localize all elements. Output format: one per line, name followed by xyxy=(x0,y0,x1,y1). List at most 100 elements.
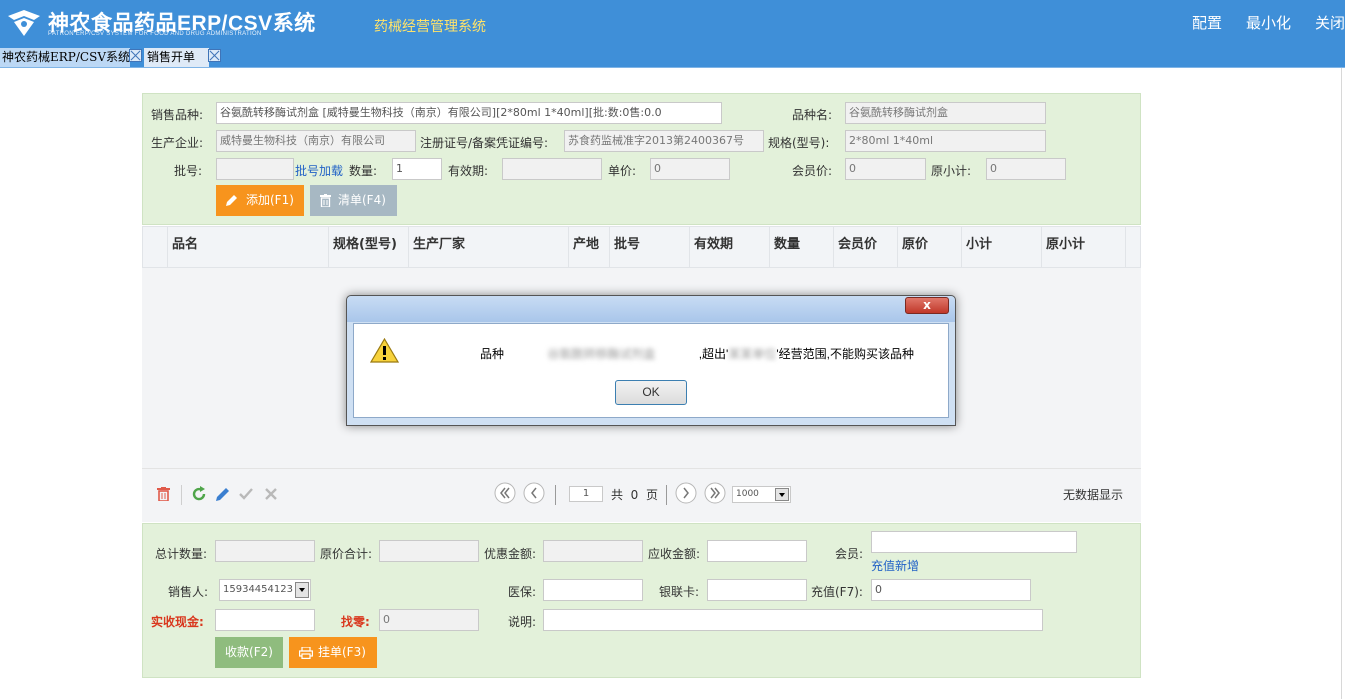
clear-button-label: 清单(F4) xyxy=(338,193,386,207)
cash-label: 实收现金: xyxy=(151,615,204,629)
no-data-text: 无数据显示 xyxy=(1063,488,1124,502)
unionpay-label: 银联卡: xyxy=(659,585,700,599)
grid-header-price[interactable]: 原价 xyxy=(898,227,962,267)
grid-header-expiry[interactable]: 有效期 xyxy=(690,227,770,267)
grid-header-qty[interactable]: 数量 xyxy=(770,227,834,267)
seller-select[interactable]: 15934454123 xyxy=(219,579,311,601)
dialog-titlebar: x xyxy=(347,296,955,322)
receivable-label: 应收金额: xyxy=(648,547,701,561)
recharge-link[interactable]: 充值新增 xyxy=(871,557,919,574)
grid-header-subtotal[interactable]: 小计 xyxy=(962,227,1042,267)
pager-bar: 1 共 0 页 1000 无数据显示 xyxy=(142,468,1141,522)
pager-divider xyxy=(666,485,667,505)
check-icon[interactable] xyxy=(239,488,253,500)
insurance-input[interactable] xyxy=(543,579,643,601)
grid-header-batch[interactable]: 批号 xyxy=(610,227,690,267)
hold-button[interactable]: 挂单(F3) xyxy=(289,637,377,668)
dialog-close-button[interactable]: x xyxy=(905,297,949,314)
chevron-down-icon[interactable] xyxy=(295,582,309,598)
grid-header-name[interactable]: 品名 xyxy=(168,227,329,267)
sale-variety-label: 销售品种: xyxy=(151,108,204,122)
collect-button[interactable]: 收款(F2) xyxy=(215,637,283,668)
tab-strip: 神农药械ERP/CSV系统 销售开单 xyxy=(0,46,1345,68)
discount-label: 优惠金额: xyxy=(484,547,537,561)
reg-no-field: 苏食药监械准字2013第2400367号 xyxy=(564,130,764,152)
hold-button-label: 挂单(F3) xyxy=(318,645,366,659)
scrollbar-edge xyxy=(1341,68,1342,699)
tab-close-icon[interactable] xyxy=(129,49,142,62)
grid-header-rownum xyxy=(143,227,168,267)
dialog-message: 品种 谷氨酰转移酶试剂盒 ,超出'某某单位'经营范围,不能购买该品种 xyxy=(480,345,914,362)
member-price-field: 0 xyxy=(845,158,926,180)
change-field: 0 xyxy=(379,609,479,631)
add-button-label: 添加(F1) xyxy=(246,193,294,207)
expiry-field xyxy=(502,158,602,180)
next-page-icon[interactable] xyxy=(675,482,697,504)
batch-field[interactable] xyxy=(216,158,294,180)
batch-load-link[interactable]: 批号加载 xyxy=(295,162,343,179)
minimize-button[interactable]: 最小化 xyxy=(1246,12,1291,33)
config-button[interactable]: 配置 xyxy=(1192,12,1222,33)
close-button[interactable]: 关闭 xyxy=(1315,12,1345,33)
note-label: 说明: xyxy=(508,615,537,629)
logo-subtitle: PATRON ERP/CSV SYSTEM FOR FOOD AND DRUG … xyxy=(48,31,262,37)
qty-input[interactable]: 1 xyxy=(392,158,442,180)
page-size-select[interactable]: 1000 xyxy=(732,486,791,503)
edit-icon[interactable] xyxy=(215,486,231,502)
ok-button[interactable]: OK xyxy=(615,380,687,405)
delete-icon[interactable] xyxy=(157,487,170,501)
grid-header-member-price[interactable]: 会员价 xyxy=(834,227,898,267)
receivable-input[interactable] xyxy=(707,540,807,562)
total-qty-field xyxy=(215,540,315,562)
clear-button[interactable]: 清单(F4) xyxy=(310,185,397,216)
window-actions: 配置 最小化 关闭 xyxy=(1168,12,1345,33)
total-prefix: 共 xyxy=(611,488,624,502)
top-header: 神农食品药品ERP/CSV系统 PATRON ERP/CSV SYSTEM FO… xyxy=(0,0,1345,46)
grid-header-spec[interactable]: 规格(型号) xyxy=(329,227,409,267)
grid-header-origin[interactable]: 产地 xyxy=(569,227,610,267)
printer-icon xyxy=(299,647,313,659)
seller-label: 销售人: xyxy=(168,585,209,599)
tab-home[interactable]: 神农药械ERP/CSV系统 xyxy=(0,48,130,67)
add-button[interactable]: 添加(F1) xyxy=(216,185,304,216)
refresh-icon[interactable] xyxy=(191,486,207,502)
tab-close-icon[interactable] xyxy=(208,49,221,62)
alert-dialog: x 品种 谷氨酰转移酶试剂盒 ,超出'某某单位'经营范围,不能购买该品种 OK xyxy=(346,295,956,426)
message-prefix: 品种 xyxy=(480,347,505,361)
last-page-icon[interactable] xyxy=(704,482,726,504)
discount-field xyxy=(543,540,643,562)
pencil-icon xyxy=(226,195,237,206)
page-size-value: 1000 xyxy=(736,489,759,499)
pager-divider xyxy=(181,485,182,505)
variety-name-field: 谷氨酰转移酶试剂盒 xyxy=(845,102,1046,124)
note-input[interactable] xyxy=(543,609,1043,631)
topup-label: 充值(F7): xyxy=(811,585,863,599)
expiry-label: 有效期: xyxy=(448,164,489,178)
total-suffix: 页 xyxy=(645,488,658,502)
grid-header-orig-subtotal[interactable]: 原小计 xyxy=(1042,227,1126,267)
orig-subtotal-field: 0 xyxy=(986,158,1066,180)
member-input[interactable] xyxy=(871,531,1077,553)
dialog-body: 品种 谷氨酰转移酶试剂盒 ,超出'某某单位'经营范围,不能购买该品种 OK xyxy=(353,323,949,418)
tab-sales-order[interactable]: 销售开单 xyxy=(144,48,209,67)
topup-input[interactable]: 0 xyxy=(871,579,1031,601)
app-name: 药械经营管理系统 xyxy=(374,19,486,35)
prev-page-icon[interactable] xyxy=(523,482,545,504)
first-page-icon[interactable] xyxy=(494,482,516,504)
pager-divider xyxy=(555,485,556,505)
cancel-icon[interactable] xyxy=(265,488,277,500)
message-suffix: '经营范围,不能购买该品种 xyxy=(776,347,915,361)
chevron-down-icon[interactable] xyxy=(775,488,789,501)
message-variety-redacted: 谷氨酰转移酶试剂盒 xyxy=(547,347,656,361)
orig-total-label: 原价合计: xyxy=(320,547,373,561)
sale-variety-input[interactable]: 谷氨酰转移酶试剂盒 [威特曼生物科技（南京）有限公司][2*80ml 1*40m… xyxy=(216,102,722,124)
grid-header: 品名 规格(型号) 生产厂家 产地 批号 有效期 数量 会员价 原价 小计 原小… xyxy=(142,226,1141,268)
spec-label: 规格(型号): xyxy=(768,136,830,150)
cash-input[interactable] xyxy=(215,609,315,631)
member-price-label: 会员价: xyxy=(792,164,833,178)
unionpay-input[interactable] xyxy=(707,579,807,601)
page-number-input[interactable]: 1 xyxy=(569,486,603,502)
logo-icon xyxy=(8,10,40,36)
message-customer-redacted: 某某单位 xyxy=(728,347,777,361)
grid-header-manufacturer[interactable]: 生产厂家 xyxy=(409,227,569,267)
